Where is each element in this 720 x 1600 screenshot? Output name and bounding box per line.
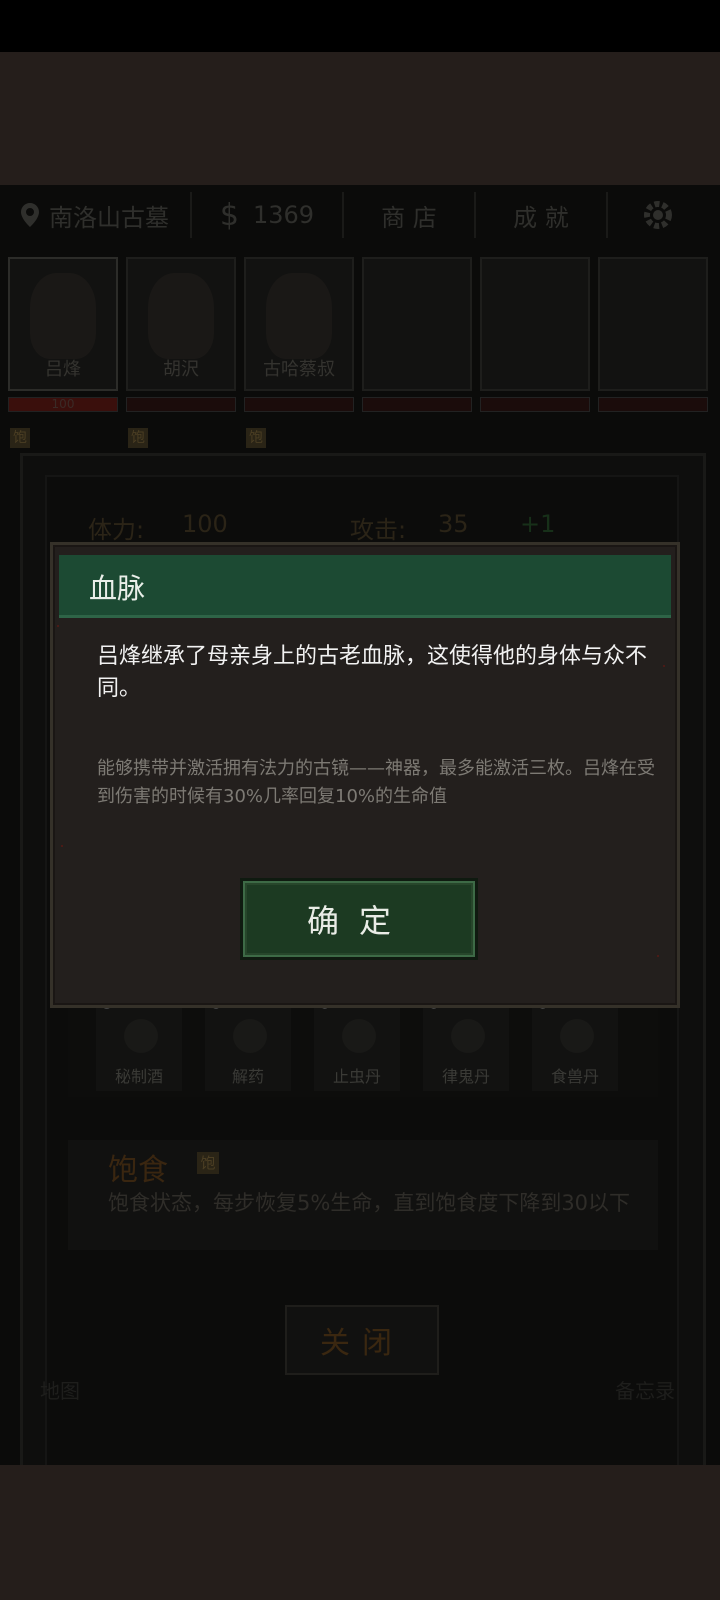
attack-value: 35: [438, 510, 469, 538]
item-label: 律鬼丹: [441, 1067, 490, 1086]
gear-icon: [644, 201, 672, 229]
pill-icon: [342, 1019, 376, 1053]
shop-label: 商 店: [381, 203, 437, 232]
dollar-icon: $: [219, 197, 239, 233]
satiety-icon: 饱: [197, 1152, 219, 1174]
attack-bonus: +1: [520, 510, 556, 538]
top-margin: [0, 52, 720, 185]
item-label: 秘制酒: [114, 1067, 163, 1086]
member-name: 吕烽: [45, 359, 81, 380]
member-name: 胡沢: [163, 359, 199, 380]
nav-map[interactable]: 地图: [40, 1375, 80, 1404]
hp-bar: 100: [8, 397, 118, 412]
item-label: 止虫丹: [332, 1067, 381, 1086]
member-name: 古哈蔡叔: [263, 359, 335, 380]
item-label: 食兽丹: [550, 1067, 599, 1086]
status-bar-area: [0, 0, 720, 52]
achievements-button[interactable]: 成 就: [476, 192, 608, 238]
confirm-button[interactable]: 确定: [243, 881, 475, 957]
bloodline-dialog: 血脉 吕烽继承了母亲身上的古老血脉，这使得他的身体与众不同。 能够携带并激活拥有…: [50, 542, 680, 1008]
stamina-label: 体力:: [88, 516, 145, 544]
pill-icon: [560, 1019, 594, 1053]
hp-bar: [480, 397, 590, 412]
hp-bar: [244, 397, 354, 412]
confirm-label: 确定: [306, 902, 411, 940]
dialog-effect: 能够携带并激活拥有法力的古镜——神器，最多能激活三枚。吕烽在受到伤害的时候有30…: [97, 758, 655, 807]
achievements-label: 成 就: [513, 203, 569, 232]
dialog-header: 血脉: [59, 555, 671, 618]
party-member-2[interactable]: 胡沢: [126, 257, 236, 391]
top-bar: 南洛山古墓 $ 1369 商 店 成 就: [0, 185, 720, 245]
party-slot-empty[interactable]: [598, 257, 708, 391]
party-member-1[interactable]: 吕烽: [8, 257, 118, 391]
dialog-description: 吕烽继承了母亲身上的古老血脉，这使得他的身体与众不同。: [97, 644, 648, 701]
party-slot-empty[interactable]: [480, 257, 590, 391]
stamina-value: 100: [182, 510, 228, 538]
bottom-margin: [0, 1465, 720, 1600]
item-label: 解药: [231, 1067, 264, 1086]
dialog-title: 血脉: [89, 572, 146, 605]
shop-button[interactable]: 商 店: [344, 192, 476, 238]
hp-bar: [362, 397, 472, 412]
status-title: 饱食: [108, 1153, 168, 1188]
settings-button[interactable]: [608, 192, 708, 238]
portrait-image: [148, 273, 214, 359]
nav-memo[interactable]: 备忘录: [615, 1375, 675, 1404]
money-value: 1369: [253, 201, 315, 229]
antidote-gourd-icon: [233, 1019, 267, 1053]
party-member-3[interactable]: 古哈蔡叔: [244, 257, 354, 391]
location-name: 南洛山古墓: [49, 203, 169, 232]
wine-jar-icon: [124, 1019, 158, 1053]
close-label: 关闭: [320, 1326, 404, 1361]
pill-icon: [451, 1019, 485, 1053]
portrait-image: [266, 273, 332, 359]
close-button[interactable]: 关闭: [285, 1305, 439, 1375]
portrait-image: [30, 273, 96, 359]
party-slot-empty[interactable]: [362, 257, 472, 391]
satiety-icon: 饱: [128, 428, 148, 448]
satiety-icon: 饱: [10, 428, 30, 448]
money-display: $ 1369: [192, 192, 344, 238]
location-pin-icon: [21, 203, 39, 227]
hp-bar: [598, 397, 708, 412]
status-description: 饱食状态，每步恢复5%生命，直到饱食度下降到30以下: [108, 1191, 631, 1215]
location-display[interactable]: 南洛山古墓: [0, 192, 192, 238]
hp-bar: [126, 397, 236, 412]
satiety-icon: 饱: [246, 428, 266, 448]
attack-label: 攻击:: [350, 516, 407, 544]
